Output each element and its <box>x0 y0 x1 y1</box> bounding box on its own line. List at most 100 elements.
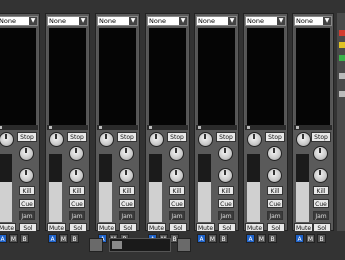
crossfade-b-button[interactable]: B <box>70 234 79 243</box>
clip-slot[interactable] <box>0 28 36 39</box>
clip-slot[interactable] <box>0 72 36 83</box>
solo-button[interactable]: Sol <box>267 223 285 232</box>
track-select[interactable]: None ▼ <box>294 16 332 26</box>
clip-slot[interactable] <box>247 61 284 72</box>
clip-slot[interactable] <box>49 83 86 94</box>
clip-slot[interactable] <box>149 50 186 61</box>
clip-slot[interactable] <box>0 105 36 116</box>
pan-knob[interactable] <box>247 132 262 147</box>
chevron-down-icon[interactable]: ▼ <box>79 17 87 25</box>
clip-slot[interactable] <box>247 28 284 39</box>
clip-slot[interactable] <box>99 50 136 61</box>
clip-slot[interactable] <box>198 39 235 50</box>
stop-button[interactable]: Stop <box>216 132 236 142</box>
pan-knob[interactable] <box>99 132 114 147</box>
stop-button[interactable]: Stop <box>311 132 331 142</box>
stop-button[interactable]: Stop <box>17 132 37 142</box>
crossfade-a-button[interactable]: A <box>0 234 7 243</box>
clip-slot[interactable] <box>149 72 186 83</box>
cue-button[interactable]: Cue <box>169 199 185 208</box>
solo-button[interactable]: Sol <box>218 223 236 232</box>
scroll-right-button[interactable] <box>177 238 191 252</box>
clip-slot[interactable] <box>149 94 186 105</box>
clip-slot[interactable] <box>198 94 235 105</box>
clip-slot[interactable] <box>99 61 136 72</box>
clip-slot[interactable] <box>49 94 86 105</box>
chevron-down-icon[interactable]: ▼ <box>323 17 331 25</box>
clip-slot[interactable] <box>99 94 136 105</box>
send-knob[interactable] <box>69 146 84 161</box>
clip-slot[interactable] <box>149 28 186 39</box>
clip-slot[interactable] <box>0 94 36 105</box>
crossfade-m-button[interactable]: M <box>9 234 18 243</box>
scrollbar-thumb[interactable] <box>112 241 122 249</box>
kill-button[interactable]: Kill <box>19 186 35 195</box>
send-knob[interactable] <box>19 168 34 183</box>
clip-slot[interactable] <box>99 105 136 116</box>
send-knob[interactable] <box>313 146 328 161</box>
crossfade-b-button[interactable]: B <box>219 234 228 243</box>
clip-slot[interactable] <box>99 28 136 39</box>
jam-button[interactable]: Jam <box>119 211 135 220</box>
clip-slot[interactable] <box>149 83 186 94</box>
kill-button[interactable]: Kill <box>119 186 135 195</box>
crossfade-b-button[interactable]: B <box>268 234 277 243</box>
clip-slot[interactable] <box>247 83 284 94</box>
clip-slot[interactable] <box>0 61 36 72</box>
mute-button[interactable]: Mute <box>97 223 116 232</box>
track-select[interactable]: None ▼ <box>245 16 286 26</box>
clip-slot[interactable] <box>198 50 235 61</box>
track-select[interactable]: None ▼ <box>196 16 237 26</box>
send-knob[interactable] <box>267 168 282 183</box>
clip-slot[interactable] <box>296 39 330 50</box>
mute-button[interactable]: Mute <box>47 223 66 232</box>
clip-slot[interactable] <box>49 61 86 72</box>
track-select[interactable]: None ▼ <box>147 16 188 26</box>
kill-button[interactable]: Kill <box>313 186 329 195</box>
mute-button[interactable]: Mute <box>245 223 264 232</box>
clip-slot[interactable] <box>99 72 136 83</box>
crossfade-m-button[interactable]: M <box>208 234 217 243</box>
mute-button[interactable]: Mute <box>196 223 215 232</box>
clip-slot[interactable] <box>296 72 330 83</box>
kill-button[interactable]: Kill <box>267 186 283 195</box>
track-select[interactable]: None ▼ <box>47 16 88 26</box>
chevron-down-icon[interactable]: ▼ <box>277 17 285 25</box>
crossfade-b-button[interactable]: B <box>20 234 29 243</box>
clip-slot[interactable] <box>49 105 86 116</box>
clip-slot[interactable] <box>296 105 330 116</box>
send-knob[interactable] <box>267 146 282 161</box>
stop-button[interactable]: Stop <box>167 132 187 142</box>
chevron-down-icon[interactable]: ▼ <box>228 17 236 25</box>
clip-slot[interactable] <box>296 94 330 105</box>
mute-button[interactable]: Mute <box>147 223 166 232</box>
clip-slot[interactable] <box>99 83 136 94</box>
jam-button[interactable]: Jam <box>69 211 85 220</box>
pan-knob[interactable] <box>198 132 213 147</box>
clip-slot[interactable] <box>247 50 284 61</box>
clip-slot[interactable] <box>149 39 186 50</box>
send-knob[interactable] <box>119 168 134 183</box>
crossfade-b-button[interactable]: B <box>317 234 326 243</box>
send-knob[interactable] <box>169 168 184 183</box>
scroll-left-button[interactable] <box>89 238 103 252</box>
clip-slot[interactable] <box>49 72 86 83</box>
track-select[interactable]: None ▼ <box>0 16 38 26</box>
clip-slot[interactable] <box>198 61 235 72</box>
send-knob[interactable] <box>218 146 233 161</box>
clip-slot[interactable] <box>149 105 186 116</box>
send-knob[interactable] <box>313 168 328 183</box>
mute-button[interactable]: Mute <box>0 223 16 232</box>
pan-knob[interactable] <box>296 132 311 147</box>
pan-knob[interactable] <box>49 132 64 147</box>
crossfade-a-button[interactable]: A <box>197 234 206 243</box>
crossfade-a-button[interactable]: A <box>48 234 57 243</box>
kill-button[interactable]: Kill <box>169 186 185 195</box>
send-knob[interactable] <box>19 146 34 161</box>
chevron-down-icon[interactable]: ▼ <box>129 17 137 25</box>
clip-slot[interactable] <box>296 50 330 61</box>
send-knob[interactable] <box>169 146 184 161</box>
solo-button[interactable]: Sol <box>313 223 331 232</box>
send-knob[interactable] <box>69 168 84 183</box>
clip-slot[interactable] <box>198 105 235 116</box>
